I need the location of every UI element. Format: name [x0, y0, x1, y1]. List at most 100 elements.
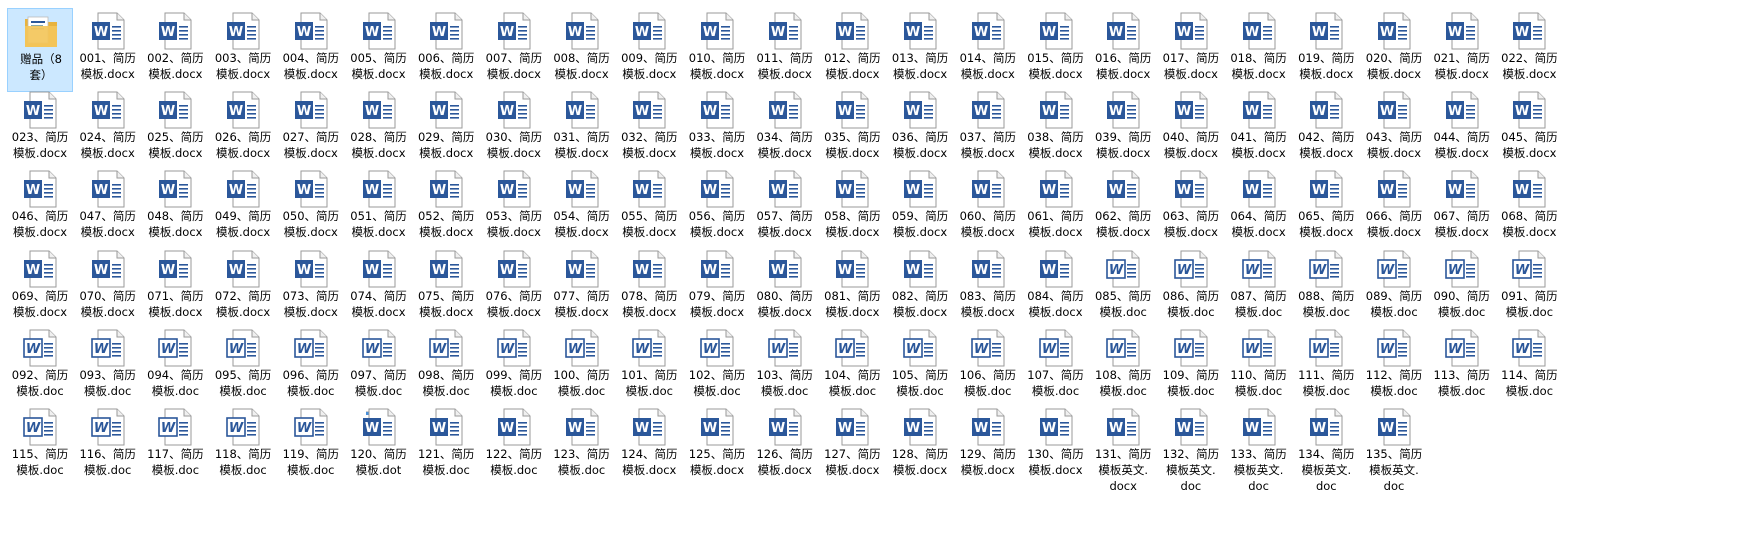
file-item[interactable]: W 116、简历 模板.doc: [75, 404, 141, 488]
file-item[interactable]: W 065、简历 模板.docx: [1293, 166, 1359, 250]
file-item[interactable]: W 010、简历 模板.docx: [684, 8, 750, 92]
file-item[interactable]: W 099、简历 模板.doc: [481, 325, 547, 409]
file-item[interactable]: W 012、简历 模板.docx: [819, 8, 885, 92]
file-item[interactable]: W 135、简历 模板英文. doc: [1361, 404, 1427, 493]
file-item[interactable]: W 132、简历 模板英文. doc: [1158, 404, 1224, 493]
file-item[interactable]: W 092、简历 模板.doc: [7, 325, 73, 409]
file-item[interactable]: W 101、简历 模板.doc: [616, 325, 682, 409]
file-item[interactable]: W 085、简历 模板.doc: [1090, 246, 1156, 330]
file-item[interactable]: W 004、简历 模板.docx: [278, 8, 344, 92]
file-item[interactable]: W 035、简历 模板.docx: [819, 87, 885, 171]
file-item[interactable]: W 075、简历 模板.docx: [413, 246, 479, 330]
file-item[interactable]: W 126、简历 模板.docx: [752, 404, 818, 488]
file-item[interactable]: W 041、简历 模板.docx: [1226, 87, 1292, 171]
file-item[interactable]: W 119、简历 模板.doc: [278, 404, 344, 488]
file-item[interactable]: W 104、简历 模板.doc: [819, 325, 885, 409]
file-item[interactable]: W 077、简历 模板.docx: [549, 246, 615, 330]
file-item[interactable]: W 067、简历 模板.docx: [1429, 166, 1495, 250]
file-item[interactable]: W 015、简历 模板.docx: [1023, 8, 1089, 92]
file-item[interactable]: W 083、简历 模板.docx: [955, 246, 1021, 330]
file-item[interactable]: W 079、简历 模板.docx: [684, 246, 750, 330]
file-item[interactable]: W 032、简历 模板.docx: [616, 87, 682, 171]
file-item[interactable]: W 059、简历 模板.docx: [887, 166, 953, 250]
file-item[interactable]: W 117、简历 模板.doc: [142, 404, 208, 488]
file-item[interactable]: W 118、简历 模板.doc: [210, 404, 276, 488]
file-item[interactable]: W 113、简历 模板.doc: [1429, 325, 1495, 409]
folder-item[interactable]: 赠品（8 套）: [7, 8, 73, 92]
file-item[interactable]: W 006、简历 模板.docx: [413, 8, 479, 92]
file-item[interactable]: W 128、简历 模板.docx: [887, 404, 953, 488]
file-item[interactable]: W 090、简历 模板.doc: [1429, 246, 1495, 330]
file-item[interactable]: W 120、简历 模板.dot: [346, 404, 412, 488]
file-item[interactable]: W 073、简历 模板.docx: [278, 246, 344, 330]
file-item[interactable]: W 057、简历 模板.docx: [752, 166, 818, 250]
file-item[interactable]: W 123、简历 模板.doc: [549, 404, 615, 488]
file-item[interactable]: W 058、简历 模板.docx: [819, 166, 885, 250]
file-item[interactable]: W 008、简历 模板.docx: [549, 8, 615, 92]
file-item[interactable]: W 109、简历 模板.doc: [1158, 325, 1224, 409]
file-item[interactable]: W 130、简历 模板.docx: [1023, 404, 1089, 488]
file-item[interactable]: W 025、简历 模板.docx: [142, 87, 208, 171]
file-item[interactable]: W 029、简历 模板.docx: [413, 87, 479, 171]
file-item[interactable]: W 124、简历 模板.docx: [616, 404, 682, 488]
file-item[interactable]: W 016、简历 模板.docx: [1090, 8, 1156, 92]
file-item[interactable]: W 042、简历 模板.docx: [1293, 87, 1359, 171]
file-item[interactable]: W 127、简历 模板.docx: [819, 404, 885, 488]
file-item[interactable]: W 068、简历 模板.docx: [1496, 166, 1562, 250]
file-item[interactable]: W 069、简历 模板.docx: [7, 246, 73, 330]
file-item[interactable]: W 102、简历 模板.doc: [684, 325, 750, 409]
file-item[interactable]: W 063、简历 模板.docx: [1158, 166, 1224, 250]
file-item[interactable]: W 114、简历 模板.doc: [1496, 325, 1562, 409]
file-item[interactable]: W 052、简历 模板.docx: [413, 166, 479, 250]
file-item[interactable]: W 014、简历 模板.docx: [955, 8, 1021, 92]
file-item[interactable]: W 043、简历 模板.docx: [1361, 87, 1427, 171]
file-item[interactable]: W 062、简历 模板.docx: [1090, 166, 1156, 250]
file-item[interactable]: W 033、简历 模板.docx: [684, 87, 750, 171]
file-item[interactable]: W 005、简历 模板.docx: [346, 8, 412, 92]
file-item[interactable]: W 018、简历 模板.docx: [1226, 8, 1292, 92]
file-item[interactable]: W 115、简历 模板.doc: [7, 404, 73, 488]
file-item[interactable]: W 100、简历 模板.doc: [549, 325, 615, 409]
file-item[interactable]: W 056、简历 模板.docx: [684, 166, 750, 250]
file-item[interactable]: W 081、简历 模板.docx: [819, 246, 885, 330]
file-item[interactable]: W 096、简历 模板.doc: [278, 325, 344, 409]
file-item[interactable]: W 070、简历 模板.docx: [75, 246, 141, 330]
file-item[interactable]: W 129、简历 模板.docx: [955, 404, 1021, 488]
file-item[interactable]: W 064、简历 模板.docx: [1226, 166, 1292, 250]
file-item[interactable]: W 060、简历 模板.docx: [955, 166, 1021, 250]
file-item[interactable]: W 026、简历 模板.docx: [210, 87, 276, 171]
file-item[interactable]: W 034、简历 模板.docx: [752, 87, 818, 171]
file-item[interactable]: W 051、简历 模板.docx: [346, 166, 412, 250]
file-item[interactable]: W 098、简历 模板.doc: [413, 325, 479, 409]
file-item[interactable]: W 103、简历 模板.doc: [752, 325, 818, 409]
file-item[interactable]: W 066、简历 模板.docx: [1361, 166, 1427, 250]
file-item[interactable]: W 088、简历 模板.doc: [1293, 246, 1359, 330]
file-item[interactable]: W 072、简历 模板.docx: [210, 246, 276, 330]
file-item[interactable]: W 122、简历 模板.doc: [481, 404, 547, 488]
file-item[interactable]: W 023、简历 模板.docx: [7, 87, 73, 171]
file-item[interactable]: W 009、简历 模板.docx: [616, 8, 682, 92]
file-item[interactable]: W 040、简历 模板.docx: [1158, 87, 1224, 171]
file-item[interactable]: W 076、简历 模板.docx: [481, 246, 547, 330]
file-item[interactable]: W 055、简历 模板.docx: [616, 166, 682, 250]
file-item[interactable]: W 080、简历 模板.docx: [752, 246, 818, 330]
file-item[interactable]: W 084、简历 模板.docx: [1023, 246, 1089, 330]
file-item[interactable]: W 044、简历 模板.docx: [1429, 87, 1495, 171]
file-item[interactable]: W 022、简历 模板.docx: [1496, 8, 1562, 92]
file-item[interactable]: W 019、简历 模板.docx: [1293, 8, 1359, 92]
file-item[interactable]: W 134、简历 模板英文. doc: [1293, 404, 1359, 493]
file-item[interactable]: W 039、简历 模板.docx: [1090, 87, 1156, 171]
file-item[interactable]: W 047、简历 模板.docx: [75, 166, 141, 250]
file-item[interactable]: W 045、简历 模板.docx: [1496, 87, 1562, 171]
file-item[interactable]: W 046、简历 模板.docx: [7, 166, 73, 250]
file-item[interactable]: W 017、简历 模板.docx: [1158, 8, 1224, 92]
file-item[interactable]: W 020、简历 模板.docx: [1361, 8, 1427, 92]
file-item[interactable]: W 091、简历 模板.doc: [1496, 246, 1562, 330]
file-item[interactable]: W 086、简历 模板.doc: [1158, 246, 1224, 330]
file-item[interactable]: W 110、简历 模板.doc: [1226, 325, 1292, 409]
file-item[interactable]: W 028、简历 模板.docx: [346, 87, 412, 171]
file-item[interactable]: W 037、简历 模板.docx: [955, 87, 1021, 171]
file-item[interactable]: W 074、简历 模板.docx: [346, 246, 412, 330]
file-item[interactable]: W 094、简历 模板.doc: [142, 325, 208, 409]
file-item[interactable]: W 030、简历 模板.docx: [481, 87, 547, 171]
